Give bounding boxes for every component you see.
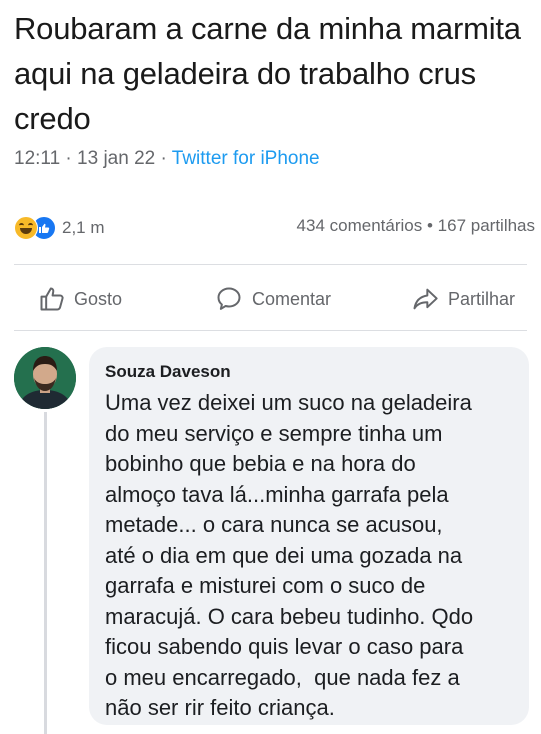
comment-line: o meu encarregado, que nada fez a <box>105 664 460 690</box>
meta-separator: · <box>65 148 72 169</box>
stats-dot: • <box>426 216 433 235</box>
share-button-label: Partilhar <box>448 288 516 309</box>
avatar[interactable] <box>14 347 76 409</box>
thread-line <box>44 412 47 734</box>
post-date: 13 jan 22 <box>77 148 156 169</box>
comment-button-label: Comentar <box>252 288 332 309</box>
meta-separator: · <box>160 148 167 169</box>
post-time: 12:11 <box>14 148 61 169</box>
comment-line: maracujá. O cara bebeu tudinho. Qdo <box>105 603 474 629</box>
action-bar: Gosto Comentar Partilhar <box>0 278 541 320</box>
share-arrow-icon <box>413 288 438 310</box>
comment-line: almoço tava lá...minha garrafa pela <box>105 481 449 507</box>
comment-button[interactable]: Comentar <box>214 278 331 320</box>
thumbs-up-icon <box>40 287 64 311</box>
comment-bubble: Souza Daveson Uma vez deixei um suco na … <box>89 347 529 725</box>
like-button[interactable]: Gosto <box>38 278 122 320</box>
reactions-summary[interactable]: 2,1 m <box>14 214 105 242</box>
haha-emoji-icon <box>14 216 38 240</box>
comment-line: ficou sabendo quis levar o caso para <box>105 634 464 659</box>
comment-author[interactable]: Souza Daveson <box>105 362 513 382</box>
comments-count-link[interactable]: 434 comentários <box>297 216 423 235</box>
speech-bubble-icon <box>217 287 241 310</box>
like-button-label: Gosto <box>74 288 123 309</box>
post-meta: 12:11 · 13 jan 22 · Twitter for iPhone <box>14 148 320 170</box>
comment-line: até o dia em que dei uma gozada na <box>105 542 463 568</box>
post-text: Roubaram a carne da minha marmita aqui n… <box>14 11 521 136</box>
comment-text: Uma vez deixei um suco na geladeira do m… <box>105 388 513 724</box>
share-button[interactable]: Partilhar <box>410 278 515 320</box>
comment-line: não ser rir feito criança. <box>105 695 335 720</box>
reaction-count: 2,1 m <box>62 218 105 237</box>
post-stats: 434 comentários • 167 partilhas <box>297 216 535 236</box>
comment-line: Uma vez deixei um suco na geladeira <box>105 390 472 415</box>
shares-count-link[interactable]: 167 partilhas <box>438 216 535 235</box>
comment-line: garrafa e misturei com o suco de <box>105 573 426 598</box>
divider <box>14 264 527 265</box>
divider <box>14 330 527 331</box>
comment-line: metade... o cara nunca se acusou, <box>105 512 443 537</box>
comment-line: do meu serviço e sempre tinha um <box>105 420 443 446</box>
post-source-link[interactable]: Twitter for iPhone <box>172 148 320 169</box>
comment-line: bobinho que bebia e na hora do <box>105 451 416 476</box>
